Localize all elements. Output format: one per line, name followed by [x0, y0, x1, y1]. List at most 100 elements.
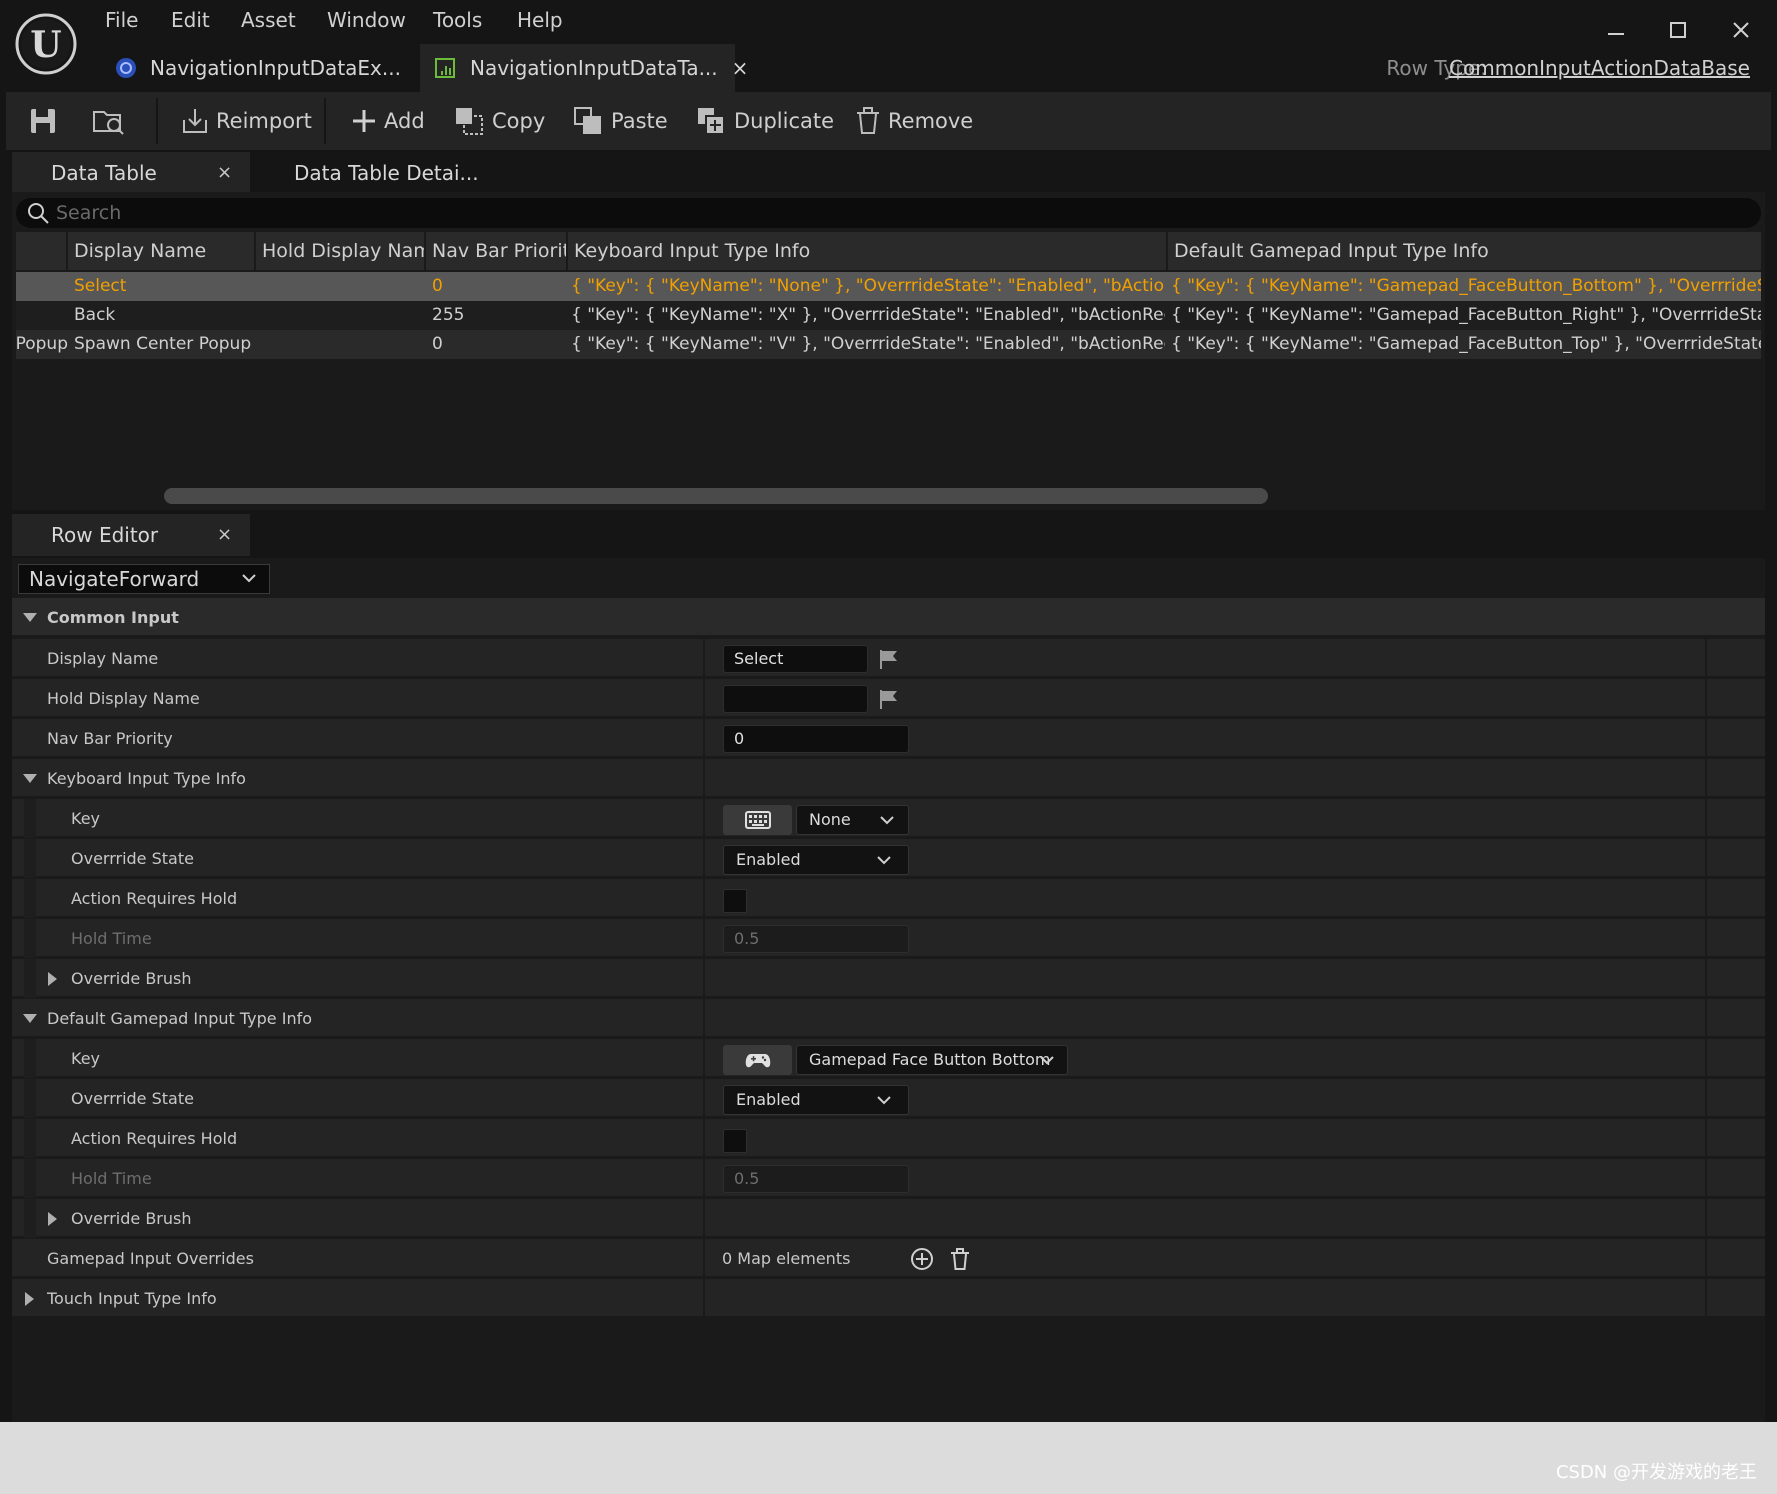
cell-keyboard-input: { "Key": { "KeyName": "None" }, "Overrri… — [571, 276, 1165, 296]
reimport-button[interactable]: Reimport — [180, 92, 312, 150]
table-row[interactable]: rPopup Spawn Center Popup 0 { "Key": { "… — [16, 330, 1761, 359]
cell-row-name — [22, 272, 68, 301]
minimize-icon[interactable] — [1602, 16, 1630, 44]
add-label: Add — [384, 109, 425, 133]
reimport-label: Reimport — [216, 109, 312, 133]
clear-elements-trash-icon[interactable] — [949, 1247, 971, 1271]
property-label: Display Name — [47, 649, 159, 668]
cell-hold-display-name — [262, 330, 426, 359]
copy-label: Copy — [492, 109, 546, 133]
row-name-dropdown[interactable]: NavigateForward — [18, 564, 270, 594]
horizontal-scrollbar[interactable] — [164, 488, 1268, 504]
unreal-logo-icon[interactable]: U — [14, 12, 78, 76]
duplicate-row-button[interactable]: Duplicate — [696, 92, 834, 150]
tab-row-editor[interactable]: Row Editor × — [12, 514, 250, 556]
doc-tab-navigation-input-data-ex[interactable]: NavigationInputDataEx... — [104, 44, 416, 92]
close-window-icon[interactable] — [1727, 16, 1755, 44]
column-header-gamepad-input[interactable]: Default Gamepad Input Type Info — [1168, 232, 1761, 270]
expand-arrow-right-icon[interactable] — [47, 1211, 59, 1227]
keyboard-action-requires-hold-checkbox[interactable] — [723, 889, 747, 913]
save-button[interactable] — [28, 92, 64, 150]
keyboard-override-state-dropdown[interactable]: Enabled — [723, 845, 909, 875]
localization-flag-icon[interactable] — [878, 648, 900, 670]
struct-gamepad-override-brush[interactable]: Override Brush — [12, 1199, 1765, 1238]
reimport-icon — [180, 106, 216, 136]
category-common-input[interactable]: Common Input — [12, 598, 1765, 637]
expand-arrow-down-icon[interactable] — [22, 1013, 38, 1025]
gamepad-key-dropdown[interactable]: Gamepad Face Button Bottom — [796, 1045, 1068, 1075]
blueprint-asset-icon — [114, 56, 138, 80]
copy-row-button[interactable]: Copy — [454, 92, 545, 150]
expand-arrow-down-icon[interactable] — [22, 612, 38, 624]
property-keyboard-action-requires-hold: Action Requires Hold — [12, 879, 1765, 918]
cell-display-name: Back — [74, 305, 116, 325]
selected-key-value: Gamepad Face Button Bottom — [809, 1050, 1051, 1069]
menu-tools[interactable]: Tools — [433, 8, 482, 32]
column-header-nav-bar-priority[interactable]: Nav Bar Priority — [426, 232, 568, 270]
hold-display-name-field[interactable] — [723, 685, 868, 713]
property-label: Keyboard Input Type Info — [47, 769, 246, 788]
struct-keyboard-input-type-info[interactable]: Keyboard Input Type Info — [12, 759, 1765, 798]
doc-tab-label: NavigationInputDataTa... — [470, 56, 718, 80]
menu-file[interactable]: File — [105, 8, 138, 32]
column-header-hold-display-name[interactable]: Hold Display Name — [256, 232, 426, 270]
cell-display-name: Select — [74, 276, 127, 296]
data-table-panel: Display Name Hold Display Name Nav Bar P… — [12, 192, 1765, 510]
cell-row-name: rPopup — [16, 334, 68, 354]
nav-bar-priority-field[interactable]: 0 — [723, 725, 909, 753]
column-header-display-name[interactable]: Display Name — [68, 232, 256, 270]
table-row[interactable]: Select 0 { "Key": { "KeyName": "None" },… — [16, 272, 1761, 301]
paste-row-button[interactable]: Paste — [573, 92, 668, 150]
localization-flag-icon[interactable] — [878, 688, 900, 710]
browse-folder-search-icon — [92, 106, 132, 136]
row-type-link[interactable]: CommonInputActionDataBase — [1449, 56, 1750, 80]
maximize-icon[interactable] — [1664, 16, 1692, 44]
key-capture-button[interactable] — [723, 805, 792, 835]
trash-icon — [854, 106, 888, 136]
gamepad-action-requires-hold-checkbox[interactable] — [723, 1129, 747, 1153]
svg-text:U: U — [30, 24, 61, 66]
doc-tab-close-icon[interactable]: × — [732, 56, 749, 80]
struct-gamepad-input-type-info[interactable]: Default Gamepad Input Type Info — [12, 999, 1765, 1038]
tab-data-table-details[interactable]: Data Table Detai... — [250, 152, 510, 194]
column-header-keyboard-input[interactable]: Keyboard Input Type Info — [568, 232, 1168, 270]
unreal-editor-window: U File Edit Asset Window Tools Help Navi… — [0, 0, 1777, 1422]
property-keyboard-hold-time: Hold Time 0.5 — [12, 919, 1765, 958]
property-label: Nav Bar Priority — [47, 729, 173, 748]
add-element-icon[interactable] — [910, 1247, 934, 1271]
menu-window[interactable]: Window — [327, 8, 406, 32]
expand-arrow-down-icon[interactable] — [22, 773, 38, 785]
property-display-name: Display Name Select — [12, 639, 1765, 678]
property-label: Override Brush — [71, 1209, 192, 1228]
grid-header: Display Name Hold Display Name Nav Bar P… — [16, 232, 1761, 270]
remove-row-button[interactable]: Remove — [854, 92, 973, 150]
gamepad-override-state-dropdown[interactable]: Enabled — [723, 1085, 909, 1115]
paste-icon — [573, 106, 611, 136]
menu-help[interactable]: Help — [517, 8, 563, 32]
tab-label: Data Table Detai... — [294, 161, 479, 185]
search-input[interactable] — [56, 200, 1746, 226]
menu-edit[interactable]: Edit — [171, 8, 210, 32]
add-row-button[interactable]: Add — [350, 92, 425, 150]
expand-arrow-right-icon[interactable] — [24, 1291, 36, 1307]
watermark: CSDN @开发游戏的老王 — [1555, 1462, 1757, 1483]
property-label: Hold Display Name — [47, 689, 200, 708]
struct-keyboard-override-brush[interactable]: Override Brush — [12, 959, 1765, 998]
tab-data-table[interactable]: Data Table × — [12, 152, 250, 194]
save-icon — [28, 106, 64, 136]
cell-hold-display-name — [262, 272, 426, 301]
gamepad-hold-time-field: 0.5 — [723, 1165, 909, 1193]
tab-close-icon[interactable]: × — [217, 524, 232, 545]
property-label: Key — [71, 1049, 101, 1068]
tab-close-icon[interactable]: × — [217, 162, 232, 183]
menu-asset[interactable]: Asset — [241, 8, 296, 32]
expand-arrow-right-icon[interactable] — [47, 971, 59, 987]
display-name-field[interactable]: Select — [723, 645, 868, 673]
keyboard-key-dropdown[interactable]: None — [796, 805, 909, 835]
struct-touch-input-type-info[interactable]: Touch Input Type Info — [12, 1279, 1765, 1318]
browse-to-asset-button[interactable] — [92, 92, 132, 150]
key-capture-button[interactable] — [723, 1045, 792, 1075]
column-header-row-name[interactable] — [16, 232, 68, 270]
doc-tab-navigation-input-data-table[interactable]: NavigationInputDataTa... × — [420, 44, 748, 92]
table-row[interactable]: Back 255 { "Key": { "KeyName": "X" }, "O… — [16, 301, 1761, 330]
